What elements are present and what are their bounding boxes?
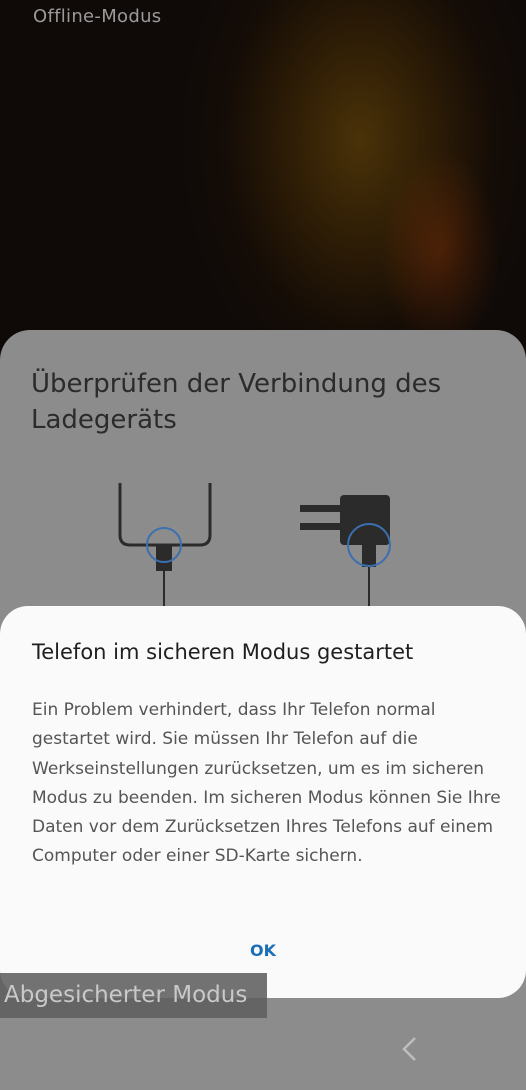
charger-connection-illustration: [118, 483, 391, 615]
status-offline-mode: Offline-Modus: [33, 6, 162, 27]
wallpaper-glow: [380, 150, 500, 350]
charger-prong-bottom: [300, 523, 340, 530]
phone-usb-plug: [156, 545, 172, 571]
charger-usb-plug: [362, 537, 376, 567]
charger-prong-top: [300, 505, 340, 512]
ok-button[interactable]: OK: [236, 936, 290, 964]
dialog-message: Ein Problem verhindert, dass Ihr Telefon…: [32, 700, 501, 867]
charger-check-title: Überprüfen der Verbindung des Ladegeräts: [31, 369, 442, 435]
safe-mode-dialog: Telefon im sicheren Modus gestartet Ein …: [0, 606, 526, 998]
phone-outline: [118, 483, 212, 547]
chevron-left-icon[interactable]: [398, 1035, 422, 1063]
dialog-title: Telefon im sicheren Modus gestartet: [32, 640, 414, 664]
safe-mode-label: Abgesicherter Modus: [0, 973, 267, 1018]
